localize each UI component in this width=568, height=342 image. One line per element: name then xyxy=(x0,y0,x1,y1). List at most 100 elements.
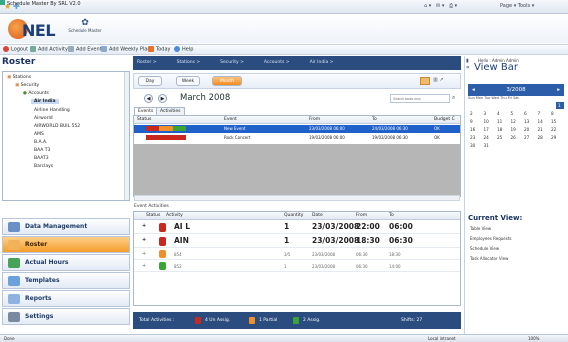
tree-node-airline-handling[interactable]: Airline Handling xyxy=(34,108,70,113)
calendar-day[interactable]: 10 xyxy=(484,119,489,124)
cal-next-icon[interactable]: ▸ xyxy=(557,87,560,93)
nav-settings[interactable]: Settings xyxy=(2,308,130,325)
tree-node-barclays[interactable]: Barclays xyxy=(34,164,53,169)
tree-node-airworld[interactable]: Airworld xyxy=(34,116,53,121)
browser-nav-icons[interactable]: ⌂ ▾ ✉ ▾ ⎙ ▾ xyxy=(424,3,457,9)
tab-week[interactable]: Week xyxy=(176,76,200,86)
expand-icon[interactable]: + xyxy=(142,263,146,269)
col-quantity[interactable]: Quantity xyxy=(284,213,303,218)
tab-month[interactable]: Month xyxy=(212,76,242,86)
help-button[interactable]: Help xyxy=(174,46,193,54)
breadcrumb-roster[interactable]: Roster > xyxy=(137,60,157,65)
tree-node-security[interactable]: ▣ Security xyxy=(15,83,39,88)
calendar-day[interactable]: 9 xyxy=(470,119,473,124)
calendar-day[interactable]: 2 xyxy=(470,111,473,116)
calendar-day[interactable]: 30 xyxy=(470,143,475,148)
link-employees-requests[interactable]: Employees Requests xyxy=(470,236,512,241)
calendar-day[interactable]: 17 xyxy=(484,127,489,132)
search-icon[interactable]: ⌕ xyxy=(452,94,455,102)
calendar-day[interactable]: 31 xyxy=(484,143,489,148)
table-row[interactable]: New Event 23/03/2008 06:00 24/03/2008 06… xyxy=(134,125,460,133)
expand-icon[interactable]: + xyxy=(142,251,146,257)
calendar-day[interactable]: 4 xyxy=(497,111,500,116)
col-budget[interactable]: Budget C xyxy=(434,117,455,122)
expand-icon[interactable]: + xyxy=(142,223,146,229)
calendar-view-icon[interactable] xyxy=(420,77,430,85)
table-row[interactable]: + 854 3/5 23/03/2008 06:30 18:30 xyxy=(134,249,460,260)
calendar-day[interactable]: 18 xyxy=(497,127,502,132)
col-event[interactable]: Event xyxy=(224,117,237,122)
calendar-day[interactable]: 5 xyxy=(511,111,514,116)
calendar-day[interactable]: 29 xyxy=(551,135,556,140)
breadcrumb-air-india[interactable]: Air India > xyxy=(310,60,334,65)
nav-actual-hours[interactable]: Actual Hours xyxy=(2,254,130,271)
calendar-day[interactable]: 24 xyxy=(484,135,489,140)
link-schedule-view[interactable]: Schedule View xyxy=(470,246,499,251)
link-table-view[interactable]: Table View xyxy=(470,226,491,231)
chart-view-icon[interactable]: ▥ ↗ xyxy=(433,77,455,85)
tab-events[interactable]: Events xyxy=(134,107,158,115)
nav-reports[interactable]: Reports xyxy=(2,290,130,307)
add-event-button[interactable]: Add Event xyxy=(68,46,102,54)
logout-button[interactable]: Logout xyxy=(3,46,28,54)
breadcrumb-stations[interactable]: Stations > xyxy=(177,60,201,65)
col-date[interactable]: Date xyxy=(312,213,323,218)
calendar-day[interactable]: 8 xyxy=(551,111,554,116)
calendar-day[interactable]: 21 xyxy=(538,127,543,132)
browser-tab[interactable]: Schedule Master By SRL V2.0 xyxy=(0,0,81,7)
add-weekly-plan-button[interactable]: Add Weekly Plan xyxy=(101,46,151,54)
calendar-day[interactable]: 15 xyxy=(551,119,556,124)
col-status[interactable]: Status xyxy=(146,213,160,218)
browser-page-tools[interactable]: Page ▾ Tools ▾ xyxy=(500,3,534,9)
col-to[interactable]: To xyxy=(372,117,377,122)
cal-prev-icon[interactable]: ◂ xyxy=(472,87,475,93)
table-row[interactable]: + AIN 1 23/03/2008 18:30 06:30 xyxy=(134,235,460,248)
next-month-button[interactable]: ▶ xyxy=(158,94,167,103)
breadcrumb-security[interactable]: Security > xyxy=(220,60,244,65)
search-input[interactable] xyxy=(390,94,450,103)
tree-node-stations[interactable]: ▣ Stations xyxy=(7,75,31,80)
tree-node-baa-t3[interactable]: BAA T3 xyxy=(34,148,50,153)
prev-month-button[interactable]: ◀ xyxy=(144,94,153,103)
col-status[interactable]: Status xyxy=(137,117,151,122)
calendar-day[interactable]: 16 xyxy=(470,127,475,132)
add-activity-button[interactable]: Add Activity xyxy=(30,46,68,54)
calendar-day[interactable]: 13 xyxy=(524,119,529,124)
calendar-day[interactable]: 6 xyxy=(524,111,527,116)
calendar-day[interactable]: 20 xyxy=(524,127,529,132)
tree-node-airworld-buil[interactable]: AIRWORLD BUIL 552 xyxy=(34,124,80,129)
calendar-day[interactable]: 27 xyxy=(524,135,529,140)
events-horizontal-scrollbar[interactable] xyxy=(134,195,460,201)
table-row[interactable]: + 852 1 23/03/2008 06:30 14:00 xyxy=(134,261,460,272)
tree-node-ams[interactable]: AMS xyxy=(34,132,44,137)
calendar-day[interactable]: 26 xyxy=(511,135,516,140)
calendar-day[interactable]: 11 xyxy=(497,119,502,124)
col-from[interactable]: From xyxy=(356,213,367,218)
tree-node-baa[interactable]: B.A.A. xyxy=(34,140,47,145)
tree-node-baat3[interactable]: BAAT3 xyxy=(34,156,49,161)
collapse-icon[interactable]: « xyxy=(466,64,470,71)
calendar-day[interactable]: 3 xyxy=(484,111,487,116)
breadcrumb-accounts[interactable]: Accounts > xyxy=(264,60,290,65)
calendar-day[interactable]: 22 xyxy=(551,127,556,132)
tab-activities[interactable]: Activities xyxy=(156,107,185,115)
tree-scrollbar[interactable] xyxy=(124,72,129,200)
table-row[interactable]: Rock Concert 19/03/2008 06:00 19/03/2008… xyxy=(134,134,460,142)
calendar-day[interactable]: 28 xyxy=(538,135,543,140)
tree-node-air-india[interactable]: Air India xyxy=(31,99,59,104)
calendar-day[interactable]: 14 xyxy=(538,119,543,124)
calendar-day[interactable]: 25 xyxy=(497,135,502,140)
nav-templates[interactable]: Templates xyxy=(2,272,130,289)
calendar-day[interactable]: 23 xyxy=(470,135,475,140)
nav-roster[interactable]: Roster xyxy=(2,236,130,253)
calendar-day[interactable]: 1 xyxy=(558,103,561,108)
calendar-day[interactable]: 12 xyxy=(511,119,516,124)
col-activity[interactable]: Activity xyxy=(166,213,183,218)
col-to[interactable]: To xyxy=(389,213,394,218)
calendar-day[interactable]: 7 xyxy=(538,111,541,116)
zoom-text[interactable]: 100% xyxy=(528,336,539,341)
calendar-day[interactable]: 19 xyxy=(511,127,516,132)
today-button[interactable]: Today xyxy=(148,46,170,54)
expand-icon[interactable]: + xyxy=(142,237,146,243)
nav-data-management[interactable]: Data Management xyxy=(2,218,130,235)
